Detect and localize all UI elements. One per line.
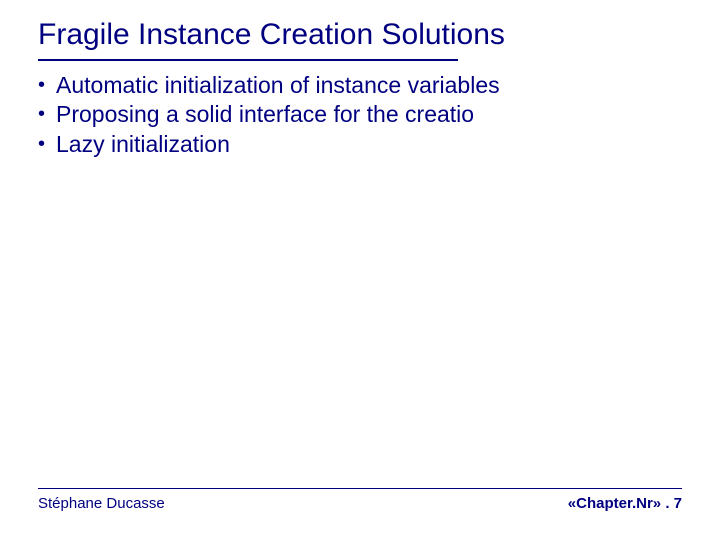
title-divider [38,59,458,61]
list-item: • Lazy initialization [38,130,682,160]
slide: Fragile Instance Creation Solutions • Au… [0,0,720,540]
footer-divider [38,488,682,489]
bullet-dot-icon: • [38,130,56,158]
footer-page-ref: «Chapter.Nr» . 7 [568,495,682,512]
footer-author: Stéphane Ducasse [38,495,165,512]
bullet-dot-icon: • [38,100,56,128]
slide-title: Fragile Instance Creation Solutions [38,18,682,53]
slide-footer: Stéphane Ducasse «Chapter.Nr» . 7 [38,488,682,512]
list-item: • Automatic initialization of instance v… [38,71,682,101]
bullet-list: • Automatic initialization of instance v… [38,71,682,161]
bullet-text: Lazy initialization [56,130,230,160]
list-item: • Proposing a solid interface for the cr… [38,100,682,130]
footer-row: Stéphane Ducasse «Chapter.Nr» . 7 [38,495,682,512]
bullet-text: Automatic initialization of instance var… [56,71,500,101]
bullet-dot-icon: • [38,71,56,99]
bullet-text: Proposing a solid interface for the crea… [56,100,474,130]
